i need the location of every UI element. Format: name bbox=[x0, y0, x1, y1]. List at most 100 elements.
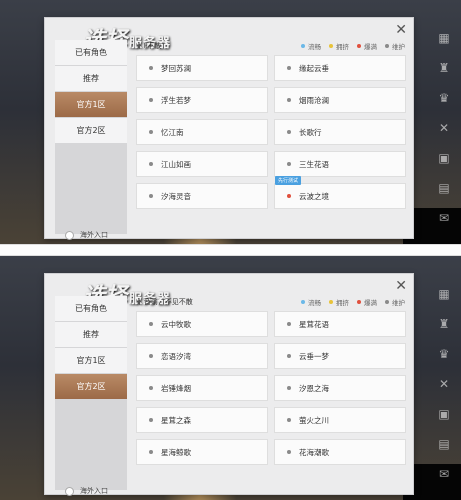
legend-dot-icon bbox=[385, 300, 389, 304]
trophy-icon[interactable]: ♛ bbox=[436, 90, 452, 106]
server-name: 云波之境 bbox=[299, 191, 329, 201]
legend-dot-icon bbox=[301, 44, 305, 48]
server-name: 云中牧歌 bbox=[161, 319, 191, 329]
server-tag: 先行测试 bbox=[275, 176, 302, 185]
legend-item-full: 爆满 bbox=[357, 41, 377, 51]
server-button[interactable]: 忆江南 bbox=[136, 119, 268, 145]
legend-dot-icon bbox=[329, 300, 333, 304]
tools-icon[interactable]: ✕ bbox=[436, 120, 452, 136]
server-button[interactable]: 烟雨沧澜 bbox=[274, 87, 406, 113]
server-name: 浮生若梦 bbox=[161, 95, 191, 105]
server-button[interactable]: 恋语汐湾 bbox=[136, 343, 268, 369]
server-name: 星茸花语 bbox=[299, 319, 329, 329]
screenshot-bottom: ▦♜♛✕▣▤✉选择服务器✕已有角色推荐官方1区官方2区海外入口◖音谕，不见不散流… bbox=[0, 256, 461, 500]
server-button[interactable]: 云垂一梦 bbox=[274, 343, 406, 369]
server-button[interactable]: 星茸花语 bbox=[274, 311, 406, 337]
overseas-entry[interactable]: 海外入口 bbox=[65, 230, 108, 240]
server-status-dot-icon bbox=[149, 194, 153, 198]
server-button[interactable]: 浮生若梦 bbox=[136, 87, 268, 113]
server-button[interactable]: 汐恩之海 bbox=[274, 375, 406, 401]
server-status-dot-icon bbox=[287, 354, 291, 358]
chart-icon[interactable]: ▤ bbox=[436, 180, 452, 196]
legend-dot-icon bbox=[357, 44, 361, 48]
server-status-dot-icon bbox=[287, 98, 291, 102]
grid-icon[interactable]: ▦ bbox=[436, 286, 452, 302]
legend-item-smooth: 流畅 bbox=[301, 41, 321, 51]
overseas-label: 海外入口 bbox=[80, 487, 108, 495]
server-button[interactable]: 汐海灵音 bbox=[136, 183, 268, 209]
server-status-dot-icon bbox=[287, 386, 291, 390]
tshirt-icon[interactable]: ♜ bbox=[436, 316, 452, 332]
server-name: 萤火之川 bbox=[299, 415, 329, 425]
notice-banner: ◖ Ⅱ不散 bbox=[137, 41, 161, 51]
screenshot-divider bbox=[0, 244, 461, 256]
server-button[interactable]: 萤火之川 bbox=[274, 407, 406, 433]
trophy-icon[interactable]: ♛ bbox=[436, 346, 452, 362]
server-status-dot-icon bbox=[287, 322, 291, 326]
legend-label: 维护 bbox=[392, 43, 405, 51]
sidebar-item-2[interactable]: 官方1区 bbox=[55, 92, 127, 117]
server-status-dot-icon bbox=[149, 130, 153, 134]
book-icon[interactable]: ▣ bbox=[436, 406, 452, 422]
legend-label: 拥挤 bbox=[336, 43, 349, 51]
legend-dot-icon bbox=[301, 300, 305, 304]
sidebar-item-1[interactable]: 推荐 bbox=[55, 322, 127, 347]
server-name: 岩锤烽烟 bbox=[161, 383, 191, 393]
server-button[interactable]: 长歌行 bbox=[274, 119, 406, 145]
server-button[interactable]: 岩锤烽烟 bbox=[136, 375, 268, 401]
legend-dot-icon bbox=[385, 44, 389, 48]
tools-icon[interactable]: ✕ bbox=[436, 376, 452, 392]
tshirt-icon[interactable]: ♜ bbox=[436, 60, 452, 76]
server-select-panel: 选择服务器✕已有角色推荐官方1区官方2区海外入口◖音谕，不见不散流畅拥挤爆满维护… bbox=[44, 273, 414, 496]
legend-label: 爆满 bbox=[364, 43, 377, 51]
server-status-dot-icon bbox=[287, 450, 291, 454]
notice-text: Ⅱ不散 bbox=[143, 42, 162, 50]
mail-icon[interactable]: ✉ bbox=[436, 210, 452, 226]
legend-label: 流畅 bbox=[308, 43, 321, 51]
server-button[interactable]: 江山如画 bbox=[136, 151, 268, 177]
server-name: 江山如画 bbox=[161, 159, 191, 169]
grid-icon[interactable]: ▦ bbox=[436, 30, 452, 46]
server-button[interactable]: 星海鲸歌 bbox=[136, 439, 268, 465]
close-icon[interactable]: ✕ bbox=[395, 278, 407, 294]
server-category-sidebar: 已有角色 推荐 官方1区 官方2区海外入口 bbox=[55, 40, 127, 240]
server-button[interactable]: 三生花语 bbox=[274, 151, 406, 177]
server-button[interactable]: 花海潮歌 bbox=[274, 439, 406, 465]
sidebar-item-1[interactable]: 推荐 bbox=[55, 66, 127, 91]
server-name: 三生花语 bbox=[299, 159, 329, 169]
close-icon[interactable]: ✕ bbox=[395, 22, 407, 38]
server-status-dot-icon bbox=[287, 162, 291, 166]
server-button[interactable]: 云中牧歌 bbox=[136, 311, 268, 337]
chart-icon[interactable]: ▤ bbox=[436, 436, 452, 452]
server-button[interactable]: 星茸之森 bbox=[136, 407, 268, 433]
server-status-dot-icon bbox=[287, 194, 291, 198]
server-name: 汐海灵音 bbox=[161, 191, 191, 201]
screenshot-top: ▦♜♛✕▣▤✉选择服务器✕已有角色推荐官方1区官方2区海外入口◖Ⅱ不散流畅拥挤爆… bbox=[0, 0, 461, 244]
mail-icon[interactable]: ✉ bbox=[436, 466, 452, 482]
overseas-entry[interactable]: 海外入口 bbox=[65, 486, 108, 496]
book-icon[interactable]: ▣ bbox=[436, 150, 452, 166]
server-status-dot-icon bbox=[287, 66, 291, 70]
server-category-sidebar: 已有角色 推荐 官方1区 官方2区海外入口 bbox=[55, 296, 127, 496]
server-status-dot-icon bbox=[149, 98, 153, 102]
radio-icon[interactable] bbox=[65, 486, 74, 496]
speaker-icon: ◖ bbox=[137, 42, 141, 50]
server-name: 汐恩之海 bbox=[299, 383, 329, 393]
server-button[interactable]: 云波之境 先行测试 bbox=[274, 176, 406, 209]
sidebar-item-0[interactable]: 已有角色 bbox=[55, 296, 127, 321]
legend-item-maintenance: 维护 bbox=[385, 297, 405, 307]
server-button[interactable]: 缘起云垂 bbox=[274, 55, 406, 81]
server-name: 缘起云垂 bbox=[299, 63, 329, 73]
sidebar-item-3[interactable]: 官方2区 bbox=[55, 118, 127, 143]
radio-icon[interactable] bbox=[65, 230, 74, 240]
server-status-dot-icon bbox=[287, 418, 291, 422]
status-legend: 流畅 拥挤 爆满 维护 bbox=[293, 41, 405, 51]
server-name: 烟雨沧澜 bbox=[299, 95, 329, 105]
sidebar-item-3[interactable]: 官方2区 bbox=[55, 374, 127, 399]
server-button[interactable]: 梦回苏澜 bbox=[136, 55, 268, 81]
sidebar-item-2[interactable]: 官方1区 bbox=[55, 348, 127, 373]
legend-label: 爆满 bbox=[364, 299, 377, 307]
legend-dot-icon bbox=[357, 300, 361, 304]
sidebar-item-0[interactable]: 已有角色 bbox=[55, 40, 127, 65]
legend-label: 流畅 bbox=[308, 299, 321, 307]
